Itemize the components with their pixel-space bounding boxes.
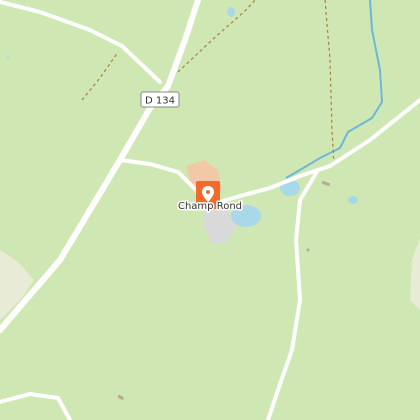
map-feature	[6, 56, 10, 60]
map-feature	[306, 248, 310, 252]
road-shield-label: D 134	[145, 96, 175, 107]
pond-top	[227, 7, 235, 17]
road-shield-d134: D 134	[140, 91, 180, 108]
map-canvas[interactable]: D 134 Champ Rond	[0, 0, 420, 420]
pond-tiny	[348, 196, 358, 204]
place-label-champ-rond: Champ Rond	[178, 201, 242, 212]
